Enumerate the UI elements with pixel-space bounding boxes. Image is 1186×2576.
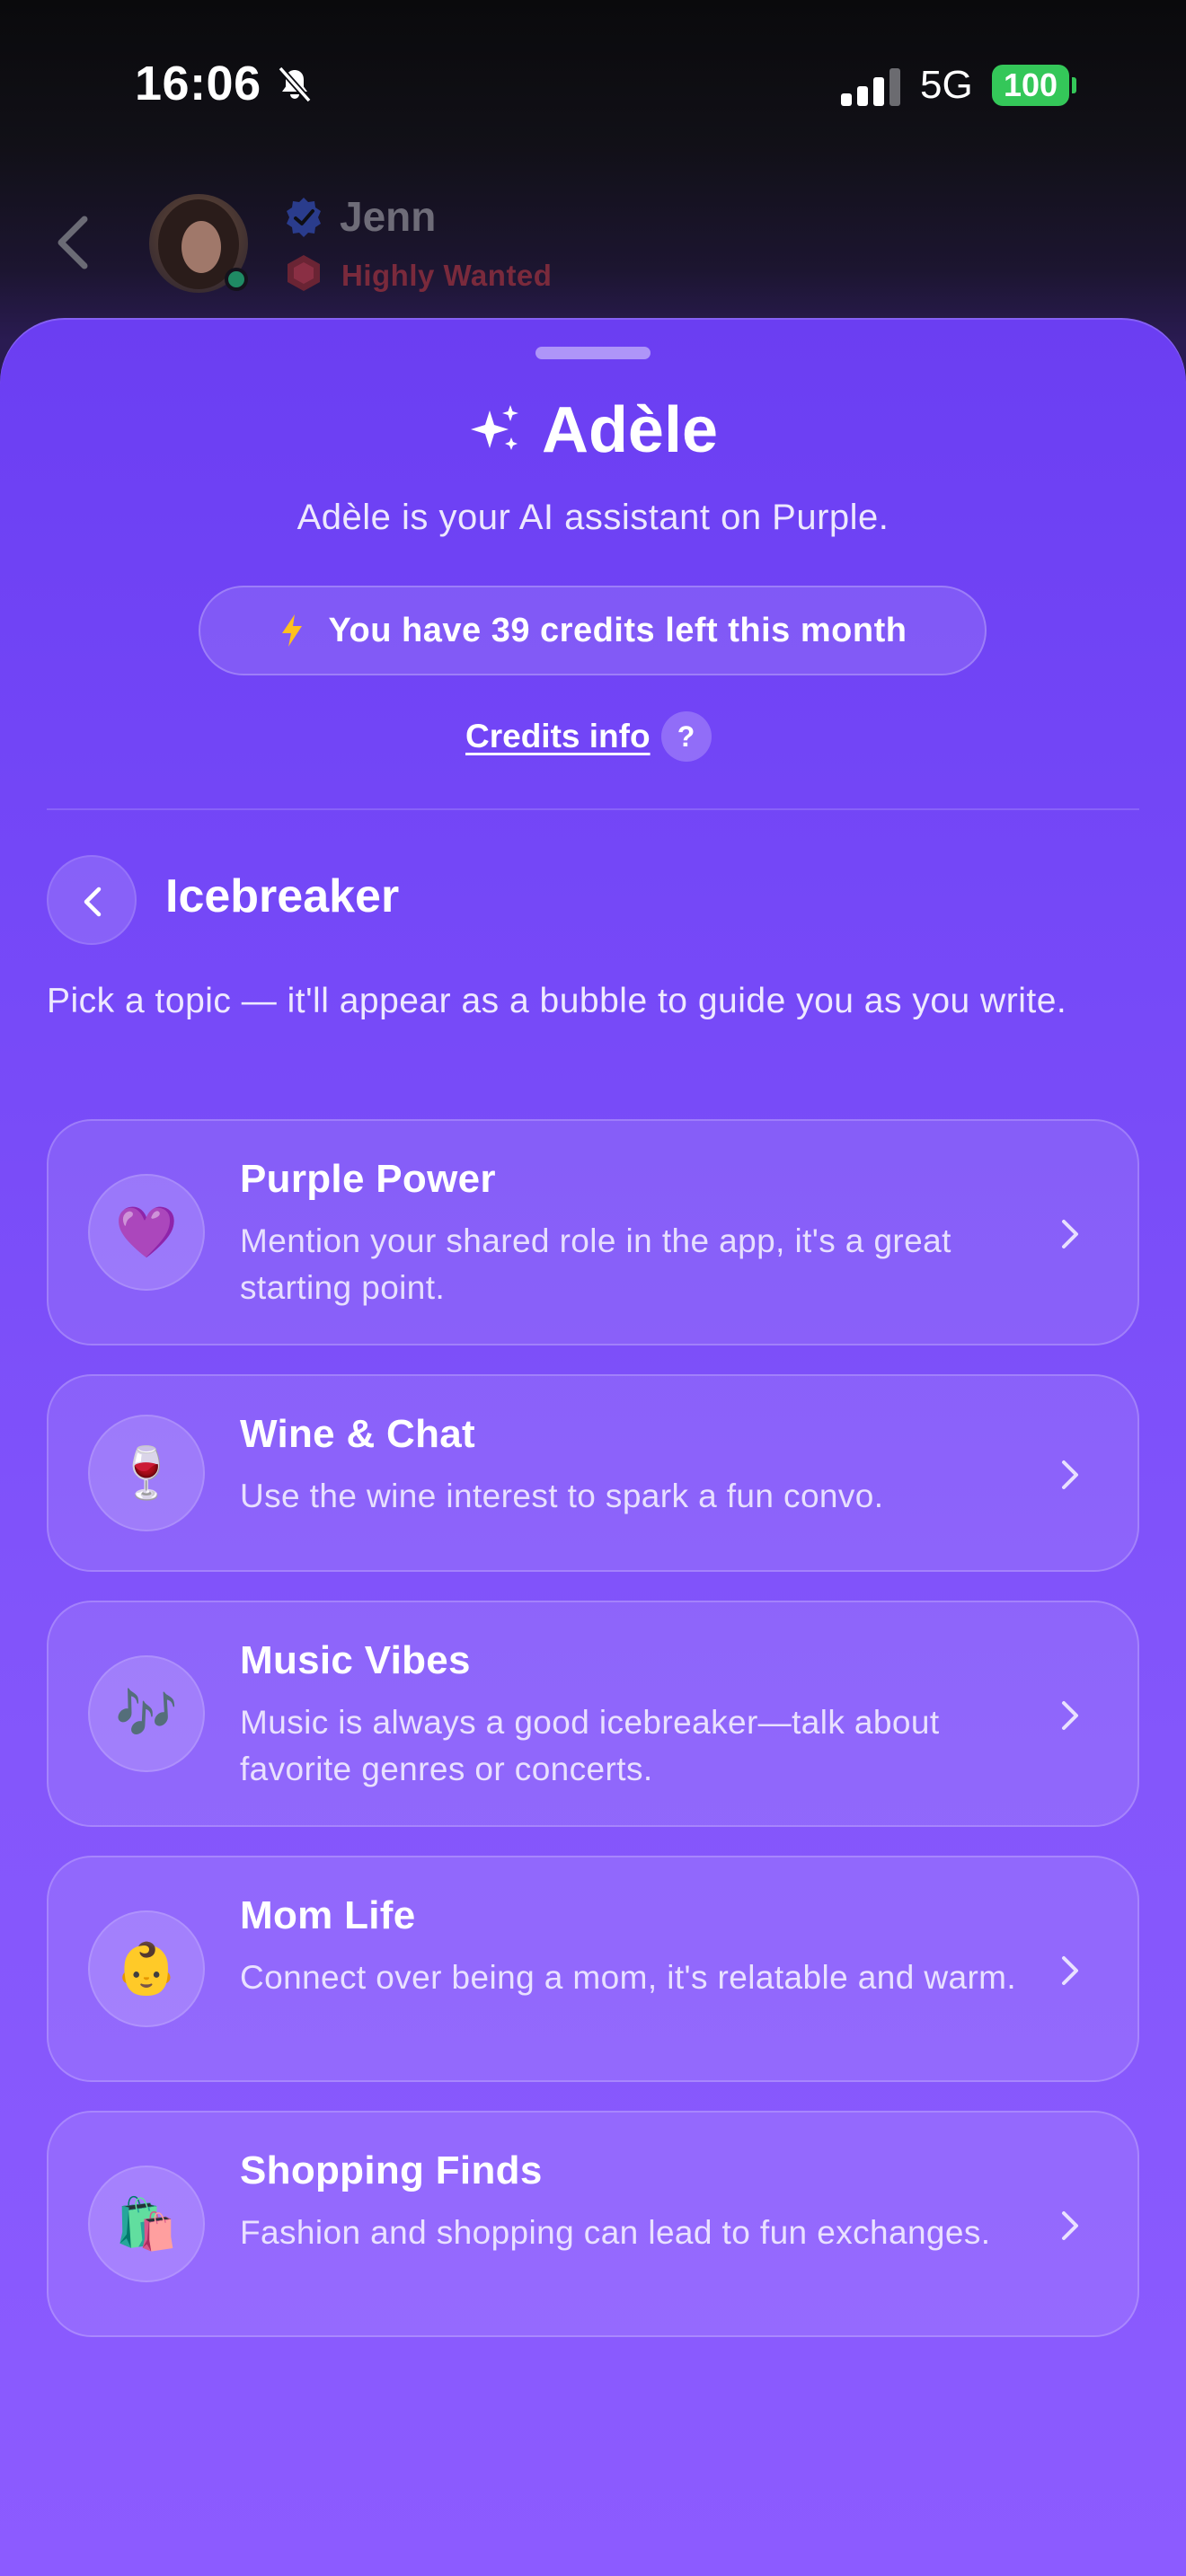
topic-card-music-vibes[interactable]: 🎶 Music Vibes Music is always a good ice… <box>47 1601 1139 1827</box>
battery-icon: 100 <box>992 65 1069 106</box>
sheet-title: Adèle <box>0 393 1186 467</box>
chevron-right-icon <box>1062 1956 1078 1985</box>
highly-wanted-label: Highly Wanted <box>341 259 553 292</box>
sheet-grabber[interactable] <box>535 347 651 359</box>
chevron-right-icon <box>1062 1460 1078 1489</box>
chevron-right-icon <box>1062 2211 1078 2240</box>
section-title: Icebreaker <box>165 870 400 922</box>
status-time: 16:06 <box>135 57 261 110</box>
verified-badge-icon <box>287 198 321 237</box>
chevron-left-icon <box>84 887 102 917</box>
contact-name: Jenn <box>340 193 437 240</box>
sheet-subtitle: Adèle is your AI assistant on Purple. <box>296 498 890 537</box>
online-status-dot <box>225 268 248 291</box>
bell-off-icon <box>278 66 312 103</box>
music-notes-icon: 🎶 <box>88 1655 205 1772</box>
lightning-bolt-icon <box>281 614 302 647</box>
purple-heart-icon: 💜 <box>88 1174 205 1291</box>
credits-info-link[interactable]: Credits info <box>465 718 651 755</box>
network-type: 5G <box>920 63 973 107</box>
topic-title: Mom Life <box>240 1893 416 1937</box>
wanted-badge-icon <box>288 255 320 291</box>
topic-title: Shopping Finds <box>240 2148 543 2192</box>
help-icon[interactable]: ? <box>660 711 712 762</box>
section-back-button[interactable] <box>47 855 137 945</box>
chevron-right-icon <box>1062 1701 1078 1730</box>
topic-title: Music Vibes <box>240 1638 471 1682</box>
topic-description: Connect over being a mom, it's relatable… <box>240 1959 1017 1996</box>
battery-tip <box>1072 77 1076 93</box>
assistant-name: Adèle <box>541 394 719 466</box>
divider <box>47 808 1139 810</box>
topic-card-mom-life[interactable]: 👶 Mom Life Connect over being a mom, it'… <box>47 1856 1139 2082</box>
status-bar: 16:06 5G 100 <box>0 0 1186 162</box>
topic-card-purple-power[interactable]: 💜 Purple Power Mention your shared role … <box>47 1119 1139 1345</box>
topic-title: Wine & Chat <box>240 1412 476 1456</box>
wine-glass-icon: 🍷 <box>88 1415 205 1531</box>
app-screen: 16:06 5G 100 Jenn Highly Wanted Adèle Ad… <box>0 0 1186 2576</box>
cellular-signal-icon <box>841 66 900 106</box>
topic-description: Mention your shared role in the app, it'… <box>240 1222 951 1306</box>
topic-description: Use the wine interest to spark a fun con… <box>240 1478 884 1514</box>
sparkles-icon <box>470 405 518 450</box>
topic-title: Purple Power <box>240 1157 496 1201</box>
credits-info[interactable]: Credits info ? <box>465 710 712 763</box>
topic-list: 💜 Purple Power Mention your shared role … <box>47 1119 1139 2366</box>
topic-card-wine-chat[interactable]: 🍷 Wine & Chat Use the wine interest to s… <box>47 1374 1139 1572</box>
topic-description: Fashion and shopping can lead to fun exc… <box>240 2214 991 2251</box>
topic-description: Music is always a good icebreaker—talk a… <box>240 1704 940 1787</box>
back-chevron-icon[interactable] <box>54 214 93 271</box>
baby-icon: 👶 <box>88 1910 205 2027</box>
credits-pill: You have 39 credits left this month <box>199 586 987 675</box>
section-description: Pick a topic — it'll appear as a bubble … <box>47 982 1067 1020</box>
shopping-bags-icon: 🛍️ <box>88 2166 205 2282</box>
chevron-right-icon <box>1062 1220 1078 1248</box>
credits-remaining-text: You have 39 credits left this month <box>328 611 907 649</box>
topic-card-shopping-finds[interactable]: 🛍️ Shopping Finds Fashion and shopping c… <box>47 2111 1139 2337</box>
